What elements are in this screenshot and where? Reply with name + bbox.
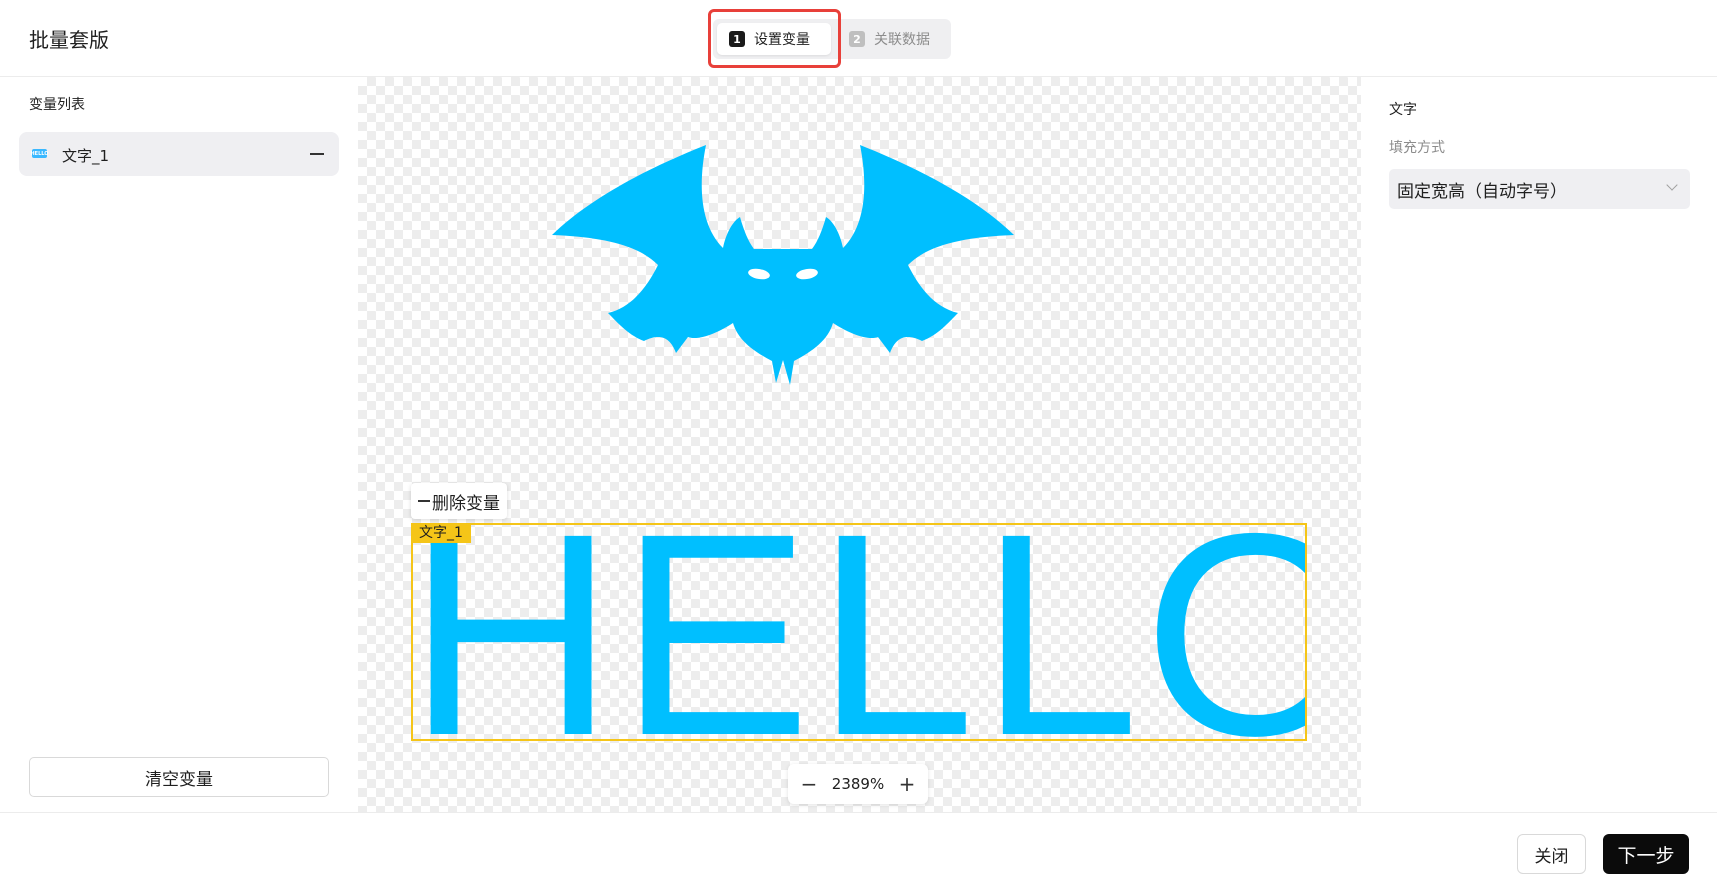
zoom-in-icon[interactable]: + bbox=[896, 772, 918, 796]
variable-list-panel: 变量列表 HELLO 文字_1 清空变量 bbox=[0, 77, 358, 812]
variable-list-heading: 变量列表 bbox=[29, 97, 85, 113]
design-canvas[interactable]: HELLO 文字_1 删除变量 − 2389% + bbox=[358, 77, 1361, 812]
zoom-control: − 2389% + bbox=[788, 764, 928, 804]
delete-variable-button[interactable]: 删除变量 bbox=[411, 483, 507, 519]
step-label: 关联数据 bbox=[874, 32, 930, 48]
text-element-selection[interactable]: HELLO bbox=[411, 523, 1307, 741]
fill-mode-value: 固定宽高（自动字号） bbox=[1397, 181, 1567, 202]
variable-label: 文字_1 bbox=[62, 147, 110, 165]
next-step-button[interactable]: 下一步 bbox=[1603, 834, 1689, 874]
dialog-title: 批量套版 bbox=[29, 28, 109, 52]
dialog-header: 批量套版 1 设置变量 2 关联数据 bbox=[0, 0, 1717, 77]
variable-tag: 文字_1 bbox=[411, 523, 471, 543]
chevron-down-icon bbox=[1666, 179, 1678, 191]
clear-variables-button[interactable]: 清空变量 bbox=[29, 757, 329, 797]
hello-text: HELLO bbox=[411, 523, 1307, 741]
fill-mode-label: 填充方式 bbox=[1389, 140, 1445, 156]
close-button[interactable]: 关闭 bbox=[1517, 834, 1586, 874]
step-link-data[interactable]: 2 关联数据 bbox=[845, 23, 945, 55]
step-number-badge: 1 bbox=[729, 31, 745, 47]
properties-heading: 文字 bbox=[1389, 102, 1417, 118]
step-label: 设置变量 bbox=[754, 32, 810, 48]
remove-variable-icon[interactable] bbox=[305, 142, 329, 166]
batch-template-dialog: 批量套版 1 设置变量 2 关联数据 变量列表 HELLO 文字_1 清空变量 bbox=[0, 0, 1717, 895]
bat-graphic[interactable] bbox=[548, 145, 1018, 385]
variable-item[interactable]: HELLO 文字_1 bbox=[19, 132, 339, 176]
delete-variable-label: 删除变量 bbox=[432, 493, 500, 514]
fill-mode-select[interactable]: 固定宽高（自动字号） bbox=[1389, 169, 1690, 209]
minus-icon bbox=[418, 500, 430, 502]
step-number-badge: 2 bbox=[849, 31, 865, 47]
step-set-variables[interactable]: 1 设置变量 bbox=[717, 23, 831, 55]
zoom-level: 2389% bbox=[831, 775, 885, 793]
zoom-out-icon[interactable]: − bbox=[798, 772, 820, 796]
properties-panel: 文字 填充方式 固定宽高（自动字号） bbox=[1361, 77, 1717, 812]
text-variable-icon: HELLO bbox=[30, 149, 49, 158]
step-tabs: 1 设置变量 2 关联数据 bbox=[713, 19, 951, 59]
dialog-footer: 关闭 下一步 bbox=[0, 812, 1717, 895]
